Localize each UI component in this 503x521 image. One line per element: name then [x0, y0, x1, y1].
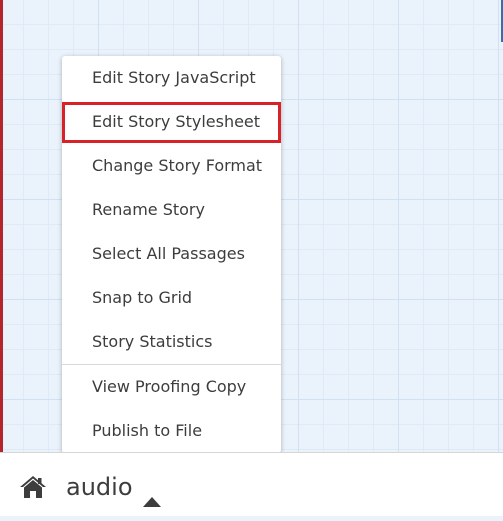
story-menu-button[interactable]: audio	[66, 467, 162, 507]
story-menu: Edit Story JavaScript Edit Story Stylesh…	[62, 56, 281, 453]
menu-item-publish-to-file[interactable]: Publish to File	[62, 409, 281, 453]
menu-item-story-statistics[interactable]: Story Statistics	[62, 320, 281, 364]
bottom-toolbar: audio	[0, 452, 503, 516]
menu-item-edit-story-javascript[interactable]: Edit Story JavaScript	[62, 56, 281, 100]
menu-item-edit-story-stylesheet[interactable]: Edit Story Stylesheet	[62, 100, 281, 144]
menu-item-select-all-passages[interactable]: Select All Passages	[62, 232, 281, 276]
menu-item-change-story-format[interactable]: Change Story Format	[62, 144, 281, 188]
canvas-left-border	[0, 0, 3, 452]
menu-item-rename-story[interactable]: Rename Story	[62, 188, 281, 232]
menu-item-snap-to-grid[interactable]: Snap to Grid	[62, 276, 281, 320]
caret-up-icon	[142, 481, 162, 507]
home-icon[interactable]	[19, 475, 47, 499]
story-name: audio	[66, 473, 133, 501]
menu-item-view-proofing-copy[interactable]: View Proofing Copy	[62, 365, 281, 409]
